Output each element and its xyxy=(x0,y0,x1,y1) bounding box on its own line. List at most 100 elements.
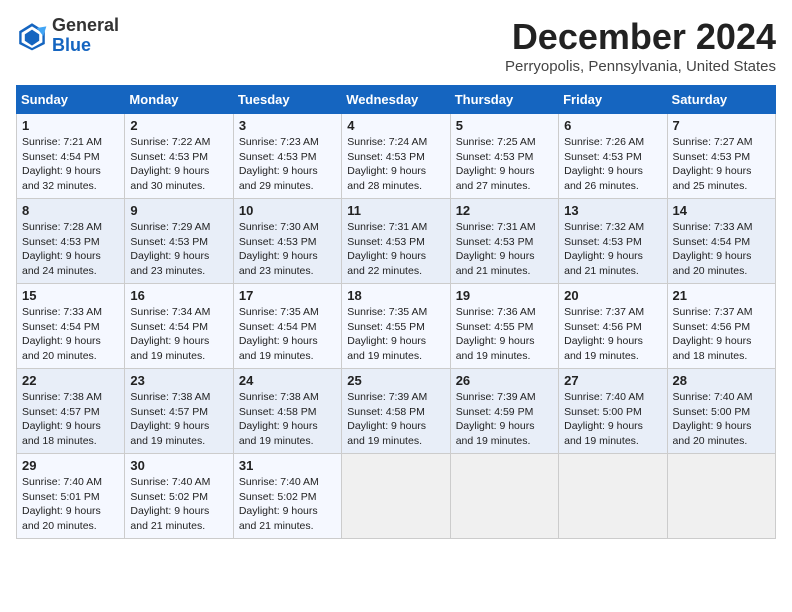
day-cell: 11 Sunrise: 7:31 AMSunset: 4:53 PMDaylig… xyxy=(342,199,450,284)
day-detail: Sunrise: 7:39 AMSunset: 4:58 PMDaylight:… xyxy=(347,391,427,447)
day-cell: 26 Sunrise: 7:39 AMSunset: 4:59 PMDaylig… xyxy=(450,369,558,454)
day-number: 8 xyxy=(22,203,119,218)
day-cell: 29 Sunrise: 7:40 AMSunset: 5:01 PMDaylig… xyxy=(17,454,125,539)
day-number: 6 xyxy=(564,118,661,133)
day-cell: 4 Sunrise: 7:24 AMSunset: 4:53 PMDayligh… xyxy=(342,114,450,199)
day-number: 20 xyxy=(564,288,661,303)
week-row-2: 8 Sunrise: 7:28 AMSunset: 4:53 PMDayligh… xyxy=(17,199,776,284)
logo-blue: Blue xyxy=(52,35,91,55)
day-detail: Sunrise: 7:25 AMSunset: 4:53 PMDaylight:… xyxy=(456,136,536,192)
week-row-3: 15 Sunrise: 7:33 AMSunset: 4:54 PMDaylig… xyxy=(17,284,776,369)
day-number: 4 xyxy=(347,118,444,133)
day-detail: Sunrise: 7:40 AMSunset: 5:00 PMDaylight:… xyxy=(564,391,644,447)
logo-text: General Blue xyxy=(52,16,119,56)
day-number: 13 xyxy=(564,203,661,218)
day-number: 15 xyxy=(22,288,119,303)
logo-general: General xyxy=(52,15,119,35)
location: Perryopolis, Pennsylvania, United States xyxy=(505,58,776,75)
day-number: 25 xyxy=(347,373,444,388)
day-cell: 15 Sunrise: 7:33 AMSunset: 4:54 PMDaylig… xyxy=(17,284,125,369)
day-number: 27 xyxy=(564,373,661,388)
day-number: 31 xyxy=(239,458,336,473)
day-cell: 12 Sunrise: 7:31 AMSunset: 4:53 PMDaylig… xyxy=(450,199,558,284)
day-number: 26 xyxy=(456,373,553,388)
weekday-thursday: Thursday xyxy=(450,86,558,114)
day-detail: Sunrise: 7:30 AMSunset: 4:53 PMDaylight:… xyxy=(239,221,319,277)
day-number: 17 xyxy=(239,288,336,303)
day-detail: Sunrise: 7:37 AMSunset: 4:56 PMDaylight:… xyxy=(673,306,753,362)
calendar-table: SundayMondayTuesdayWednesdayThursdayFrid… xyxy=(16,85,776,539)
day-detail: Sunrise: 7:31 AMSunset: 4:53 PMDaylight:… xyxy=(347,221,427,277)
day-detail: Sunrise: 7:21 AMSunset: 4:54 PMDaylight:… xyxy=(22,136,102,192)
day-cell: 8 Sunrise: 7:28 AMSunset: 4:53 PMDayligh… xyxy=(17,199,125,284)
week-row-4: 22 Sunrise: 7:38 AMSunset: 4:57 PMDaylig… xyxy=(17,369,776,454)
week-row-5: 29 Sunrise: 7:40 AMSunset: 5:01 PMDaylig… xyxy=(17,454,776,539)
day-number: 14 xyxy=(673,203,770,218)
logo-icon xyxy=(16,20,48,52)
day-number: 29 xyxy=(22,458,119,473)
day-number: 5 xyxy=(456,118,553,133)
day-cell: 7 Sunrise: 7:27 AMSunset: 4:53 PMDayligh… xyxy=(667,114,775,199)
day-cell: 5 Sunrise: 7:25 AMSunset: 4:53 PMDayligh… xyxy=(450,114,558,199)
day-cell: 23 Sunrise: 7:38 AMSunset: 4:57 PMDaylig… xyxy=(125,369,233,454)
day-number: 22 xyxy=(22,373,119,388)
day-detail: Sunrise: 7:37 AMSunset: 4:56 PMDaylight:… xyxy=(564,306,644,362)
day-detail: Sunrise: 7:38 AMSunset: 4:58 PMDaylight:… xyxy=(239,391,319,447)
day-detail: Sunrise: 7:35 AMSunset: 4:54 PMDaylight:… xyxy=(239,306,319,362)
weekday-saturday: Saturday xyxy=(667,86,775,114)
day-detail: Sunrise: 7:28 AMSunset: 4:53 PMDaylight:… xyxy=(22,221,102,277)
day-detail: Sunrise: 7:39 AMSunset: 4:59 PMDaylight:… xyxy=(456,391,536,447)
day-detail: Sunrise: 7:35 AMSunset: 4:55 PMDaylight:… xyxy=(347,306,427,362)
day-detail: Sunrise: 7:22 AMSunset: 4:53 PMDaylight:… xyxy=(130,136,210,192)
day-number: 24 xyxy=(239,373,336,388)
day-cell: 17 Sunrise: 7:35 AMSunset: 4:54 PMDaylig… xyxy=(233,284,341,369)
day-number: 12 xyxy=(456,203,553,218)
day-cell: 3 Sunrise: 7:23 AMSunset: 4:53 PMDayligh… xyxy=(233,114,341,199)
day-detail: Sunrise: 7:23 AMSunset: 4:53 PMDaylight:… xyxy=(239,136,319,192)
day-cell: 22 Sunrise: 7:38 AMSunset: 4:57 PMDaylig… xyxy=(17,369,125,454)
week-row-1: 1 Sunrise: 7:21 AMSunset: 4:54 PMDayligh… xyxy=(17,114,776,199)
day-cell: 25 Sunrise: 7:39 AMSunset: 4:58 PMDaylig… xyxy=(342,369,450,454)
day-cell xyxy=(450,454,558,539)
logo: General Blue xyxy=(16,16,119,56)
day-cell: 10 Sunrise: 7:30 AMSunset: 4:53 PMDaylig… xyxy=(233,199,341,284)
day-detail: Sunrise: 7:33 AMSunset: 4:54 PMDaylight:… xyxy=(673,221,753,277)
day-number: 9 xyxy=(130,203,227,218)
weekday-friday: Friday xyxy=(559,86,667,114)
day-cell: 14 Sunrise: 7:33 AMSunset: 4:54 PMDaylig… xyxy=(667,199,775,284)
day-number: 10 xyxy=(239,203,336,218)
day-detail: Sunrise: 7:24 AMSunset: 4:53 PMDaylight:… xyxy=(347,136,427,192)
day-detail: Sunrise: 7:34 AMSunset: 4:54 PMDaylight:… xyxy=(130,306,210,362)
day-cell: 13 Sunrise: 7:32 AMSunset: 4:53 PMDaylig… xyxy=(559,199,667,284)
weekday-sunday: Sunday xyxy=(17,86,125,114)
day-number: 21 xyxy=(673,288,770,303)
day-number: 18 xyxy=(347,288,444,303)
day-detail: Sunrise: 7:38 AMSunset: 4:57 PMDaylight:… xyxy=(130,391,210,447)
day-cell: 18 Sunrise: 7:35 AMSunset: 4:55 PMDaylig… xyxy=(342,284,450,369)
day-cell: 6 Sunrise: 7:26 AMSunset: 4:53 PMDayligh… xyxy=(559,114,667,199)
day-number: 16 xyxy=(130,288,227,303)
day-detail: Sunrise: 7:27 AMSunset: 4:53 PMDaylight:… xyxy=(673,136,753,192)
day-cell: 9 Sunrise: 7:29 AMSunset: 4:53 PMDayligh… xyxy=(125,199,233,284)
day-detail: Sunrise: 7:29 AMSunset: 4:53 PMDaylight:… xyxy=(130,221,210,277)
day-detail: Sunrise: 7:33 AMSunset: 4:54 PMDaylight:… xyxy=(22,306,102,362)
day-cell: 16 Sunrise: 7:34 AMSunset: 4:54 PMDaylig… xyxy=(125,284,233,369)
day-cell: 21 Sunrise: 7:37 AMSunset: 4:56 PMDaylig… xyxy=(667,284,775,369)
day-detail: Sunrise: 7:31 AMSunset: 4:53 PMDaylight:… xyxy=(456,221,536,277)
day-detail: Sunrise: 7:40 AMSunset: 5:00 PMDaylight:… xyxy=(673,391,753,447)
day-cell: 30 Sunrise: 7:40 AMSunset: 5:02 PMDaylig… xyxy=(125,454,233,539)
day-detail: Sunrise: 7:38 AMSunset: 4:57 PMDaylight:… xyxy=(22,391,102,447)
day-detail: Sunrise: 7:40 AMSunset: 5:02 PMDaylight:… xyxy=(239,476,319,532)
day-cell: 1 Sunrise: 7:21 AMSunset: 4:54 PMDayligh… xyxy=(17,114,125,199)
day-detail: Sunrise: 7:26 AMSunset: 4:53 PMDaylight:… xyxy=(564,136,644,192)
day-number: 1 xyxy=(22,118,119,133)
weekday-tuesday: Tuesday xyxy=(233,86,341,114)
day-number: 19 xyxy=(456,288,553,303)
day-number: 28 xyxy=(673,373,770,388)
day-cell: 27 Sunrise: 7:40 AMSunset: 5:00 PMDaylig… xyxy=(559,369,667,454)
day-detail: Sunrise: 7:40 AMSunset: 5:01 PMDaylight:… xyxy=(22,476,102,532)
header: General Blue December 2024 Perryopolis, … xyxy=(16,16,776,75)
day-detail: Sunrise: 7:40 AMSunset: 5:02 PMDaylight:… xyxy=(130,476,210,532)
day-cell: 19 Sunrise: 7:36 AMSunset: 4:55 PMDaylig… xyxy=(450,284,558,369)
day-cell: 20 Sunrise: 7:37 AMSunset: 4:56 PMDaylig… xyxy=(559,284,667,369)
